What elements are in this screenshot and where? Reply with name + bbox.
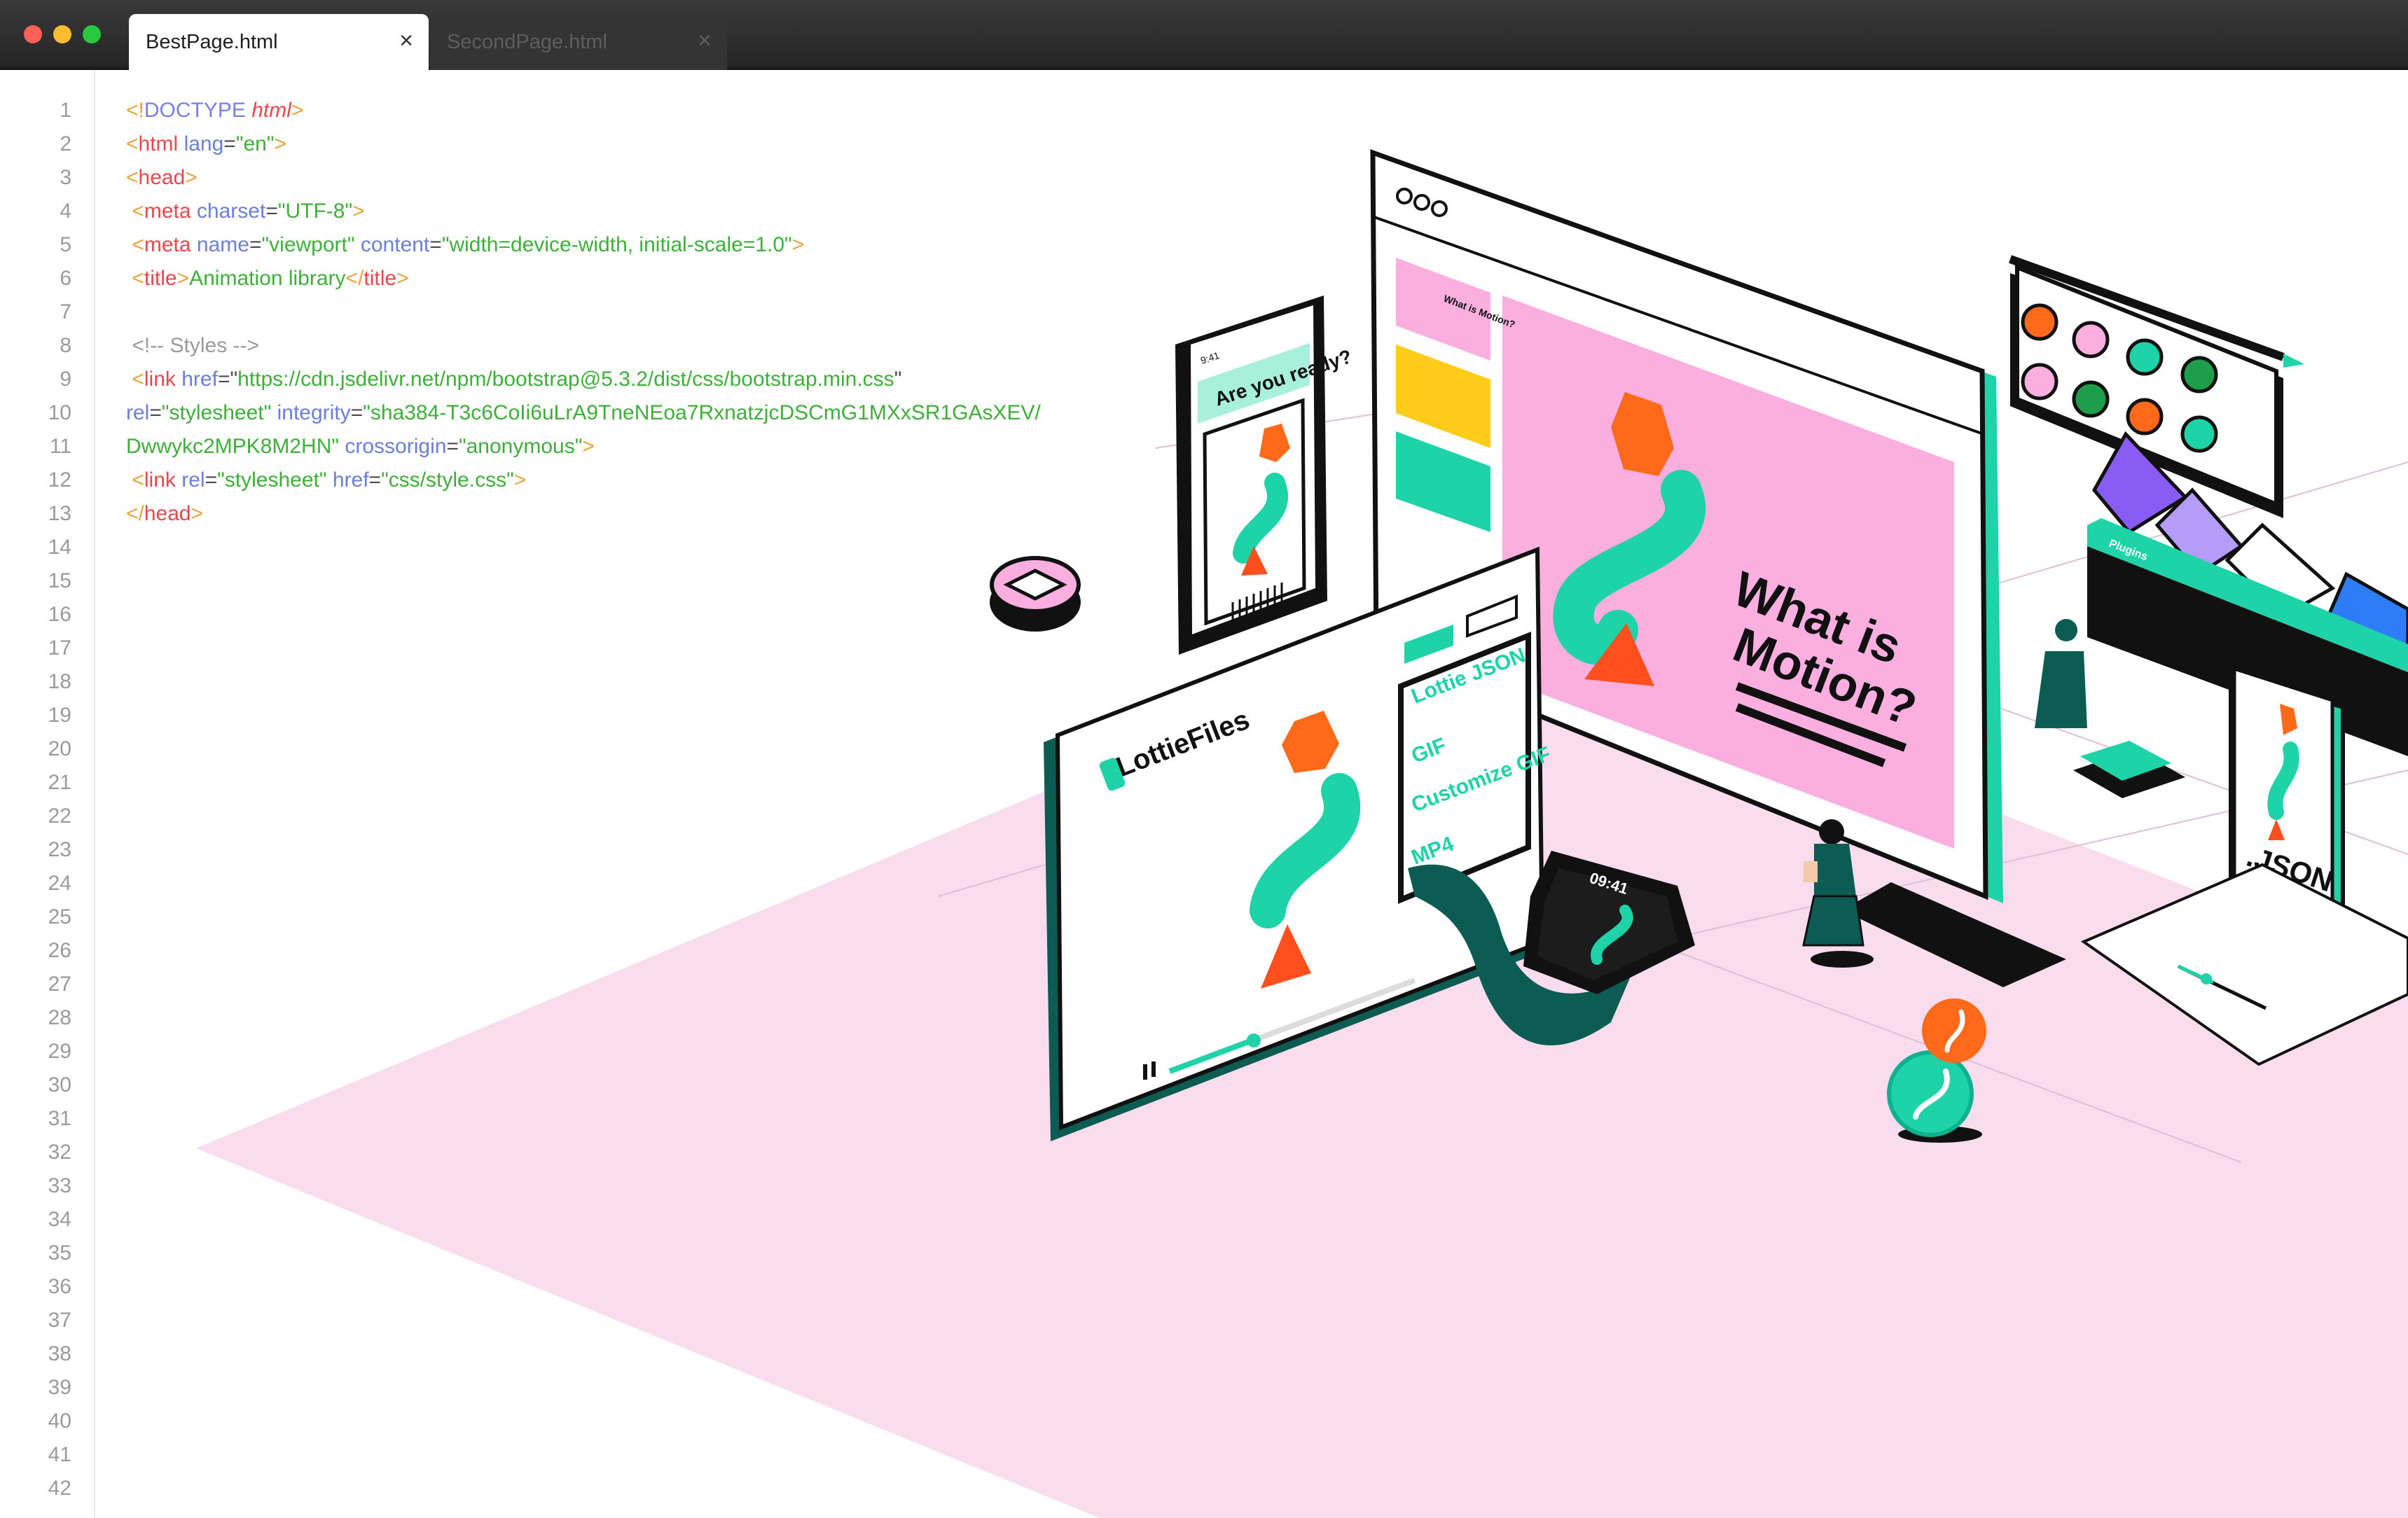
line-number: 9 — [60, 368, 71, 391]
line-number: 18 — [48, 670, 71, 693]
code-line-6: <title>Animation library</title> — [132, 267, 409, 290]
close-tab-icon[interactable]: × — [399, 27, 413, 55]
minimize-window-button[interactable] — [53, 25, 71, 43]
title-bar: BestPage.html × SecondPage.html × — [0, 0, 2408, 70]
code-line-12: <link rel="stylesheet" href="css/style.c… — [132, 468, 527, 492]
line-number: 7 — [60, 300, 71, 323]
line-number: 3 — [60, 166, 71, 189]
line-number: 5 — [60, 233, 71, 256]
line-number: 29 — [48, 1040, 71, 1063]
code-line-9: <link href="https://cdn.jsdelivr.net/npm… — [132, 368, 902, 391]
line-number: 22 — [48, 805, 71, 828]
close-window-button[interactable] — [24, 25, 42, 43]
line-number: 34 — [48, 1208, 71, 1231]
code-line-11: Dwwykc2MPK8M2HN" crossorigin="anonymous"… — [126, 435, 595, 458]
maximize-window-button[interactable] — [83, 25, 101, 43]
code-line-5: <meta name="viewport" content="width=dev… — [132, 233, 805, 256]
line-number: 2 — [60, 132, 71, 155]
line-number: 39 — [48, 1376, 71, 1399]
line-number: 37 — [48, 1309, 71, 1332]
line-number: 4 — [60, 200, 71, 223]
line-number: 38 — [48, 1342, 71, 1365]
badge — [990, 556, 1081, 632]
line-number: 17 — [48, 636, 71, 660]
line-number: 32 — [48, 1141, 71, 1164]
line-number: 11 — [49, 435, 71, 458]
code-line-1: <!DOCTYPE html> — [126, 99, 304, 122]
code-line-10: rel="stylesheet" integrity="sha384-T3c6C… — [126, 401, 1041, 424]
line-number: 16 — [48, 603, 71, 626]
line-number: 1 — [60, 99, 71, 122]
line-number: 27 — [48, 973, 71, 996]
line-number: 10 — [48, 401, 71, 424]
tab-secondpage[interactable]: SecondPage.html × — [430, 14, 727, 70]
line-number: 13 — [48, 502, 71, 525]
code-line-3: <head> — [126, 166, 198, 189]
line-number: 23 — [48, 838, 71, 861]
line-number: 19 — [48, 704, 71, 727]
line-number: 15 — [48, 569, 71, 592]
line-number: 41 — [48, 1443, 71, 1466]
close-tab-icon[interactable]: × — [698, 27, 712, 55]
line-number: 35 — [48, 1241, 71, 1265]
editor-window: BestPage.html × SecondPage.html × What i… — [0, 0, 2408, 1518]
line-number: 26 — [48, 939, 71, 962]
code-line-13: </head> — [126, 502, 204, 525]
phone: Are you ready? 9:41 — [1175, 295, 1355, 655]
line-number: 25 — [48, 905, 71, 928]
line-number: 40 — [48, 1409, 71, 1433]
code-line-4: <meta charset="UTF-8"> — [132, 200, 365, 223]
code-line-2: <html lang="en"> — [126, 132, 287, 155]
line-number-gutter: 1 2 3 4 5 6 7 8 9 10 11 12 13 14 15 16 1… — [0, 70, 95, 1518]
line-number: 14 — [48, 536, 71, 559]
line-number: 24 — [48, 872, 71, 895]
line-number: 6 — [60, 267, 71, 290]
tab-bestpage[interactable]: BestPage.html × — [129, 14, 429, 70]
line-number: 33 — [48, 1174, 71, 1197]
code-line-8: <!-- Styles --> — [126, 334, 260, 357]
tab-label: BestPage.html — [146, 31, 278, 53]
line-number: 31 — [48, 1107, 71, 1130]
line-number: 30 — [48, 1073, 71, 1096]
line-number: 36 — [48, 1275, 71, 1298]
line-number: 20 — [48, 737, 71, 760]
line-number: 12 — [48, 468, 71, 492]
line-number: 28 — [48, 1006, 71, 1029]
tab-label: SecondPage.html — [447, 31, 607, 53]
line-number: 21 — [48, 771, 71, 794]
line-number: 42 — [48, 1477, 71, 1500]
line-number: 8 — [60, 334, 71, 357]
